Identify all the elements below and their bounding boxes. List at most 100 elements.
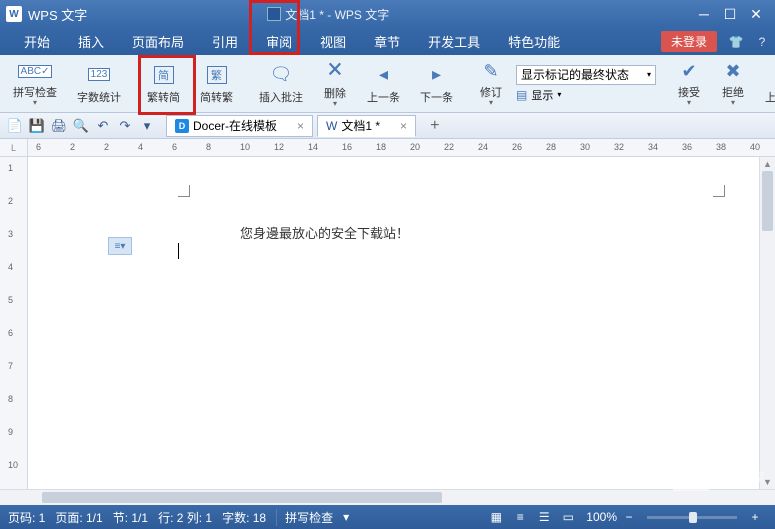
fan2jian-button[interactable]: 简 繁转简 — [138, 58, 189, 110]
spellcheck-button[interactable]: ABC✓ 拼写检查▾ — [4, 58, 66, 110]
ruler-tick: 34 — [648, 142, 658, 152]
maximize-button[interactable]: ☐ — [717, 4, 743, 24]
status-position[interactable]: 行: 2 列: 1 — [158, 509, 212, 526]
qat-more[interactable]: ▾ — [136, 116, 158, 136]
ruler-vertical[interactable]: 12345678910 — [0, 157, 28, 489]
tab-insert[interactable]: 插入 — [64, 28, 118, 55]
close-button[interactable]: ✕ — [743, 4, 769, 24]
margin-corner-icon — [713, 185, 725, 197]
zoom-slider[interactable] — [647, 516, 737, 519]
view-outline-icon[interactable]: ≡ — [509, 508, 531, 526]
ruler-tick: 12 — [274, 142, 284, 152]
delete-comment-button[interactable]: 🗙 删除▾ — [314, 58, 356, 110]
ruler-tick: 14 — [308, 142, 318, 152]
tab-review[interactable]: 审阅 — [252, 28, 306, 55]
login-button[interactable]: 未登录 — [661, 31, 717, 52]
revise-button[interactable]: ✎ 修订▾ — [470, 58, 512, 110]
reject-icon: ✖ — [721, 61, 745, 82]
redo-button[interactable]: ↷ — [114, 116, 136, 136]
statusbar: 页码: 1 页面: 1/1 节: 1/1 行: 2 列: 1 字数: 18 拼写… — [0, 505, 775, 529]
ruler-tick: 2 — [70, 142, 75, 152]
abc-check-icon: ABC✓ — [23, 61, 47, 82]
insert-comment-button[interactable]: 🗨 插入批注 — [250, 58, 312, 110]
zoom-value[interactable]: 100% — [586, 510, 617, 524]
tab-devtools[interactable]: 开发工具 — [414, 28, 494, 55]
undo-button[interactable]: ↶ — [92, 116, 114, 136]
ruler-tick: 4 — [8, 262, 13, 272]
tab-start[interactable]: 开始 — [10, 28, 64, 55]
skin-icon[interactable]: 👕 — [725, 31, 747, 53]
view-read-icon[interactable]: ▭ — [557, 508, 579, 526]
wordcount-button[interactable]: 123 字数统计 — [68, 58, 130, 110]
view-print-icon[interactable]: ▦ — [485, 508, 507, 526]
ruler-tick: 3 — [8, 229, 13, 239]
doc-icon — [267, 7, 281, 21]
reject-button[interactable]: ✖ 拒绝▾ — [712, 58, 754, 110]
close-docer-icon[interactable]: × — [297, 119, 304, 133]
tab-reference[interactable]: 引用 — [198, 28, 252, 55]
status-ime[interactable]: 拼写检查 — [276, 509, 333, 526]
ime-indicator-icon[interactable]: ▾ — [343, 510, 349, 524]
show-button[interactable]: 显示 — [531, 87, 553, 103]
ruler-tick: 20 — [410, 142, 420, 152]
scrollbar-horizontal[interactable] — [0, 489, 775, 505]
jian2fan-button[interactable]: 繁 简转繁 — [191, 58, 242, 110]
accept-button[interactable]: ✔ 接受▾ — [668, 58, 710, 110]
zoom-in-button[interactable]: + — [744, 508, 766, 526]
prev-icon: ◂ — [372, 63, 396, 87]
page: 您身邊最放心的安全下载站！ ≡▾ — [48, 165, 735, 489]
status-chars[interactable]: 字数: 18 — [222, 509, 266, 526]
comment-icon: 🗨 — [269, 63, 293, 87]
count-icon: 123 — [87, 63, 111, 87]
tab-view[interactable]: 视图 — [306, 28, 360, 55]
watermark-logo-icon — [673, 461, 709, 491]
word-doc-icon: W — [326, 119, 337, 133]
ruler-tick: 6 — [172, 142, 177, 152]
page-area[interactable]: 您身邊最放心的安全下载站！ ≡▾ — [28, 157, 759, 489]
tab-layout[interactable]: 页面布局 — [118, 28, 198, 55]
ruler-tick: 26 — [512, 142, 522, 152]
new-button[interactable]: 📄 — [4, 116, 26, 136]
tab-chapter[interactable]: 章节 — [360, 28, 414, 55]
prev-change-icon: ◂ — [770, 63, 775, 87]
status-page-of[interactable]: 页面: 1/1 — [55, 509, 102, 526]
watermark: 系统之家 — [673, 461, 765, 491]
zoom-out-button[interactable]: − — [618, 508, 640, 526]
prev-change-button[interactable]: ◂ 上一条 — [756, 58, 775, 110]
ruler-horizontal[interactable]: L 62246810121416182022242628303234363840 — [0, 139, 775, 157]
menubar: 开始 插入 页面布局 引用 审阅 视图 章节 开发工具 特色功能 未登录 👕 ? — [0, 28, 775, 55]
scroll-up-icon[interactable]: ▲ — [760, 157, 775, 171]
doc-title: 文档1 * - WPS 文字 — [285, 6, 389, 23]
save-button[interactable]: 💾 — [26, 116, 48, 136]
paragraph-options-icon[interactable]: ≡▾ — [108, 237, 132, 255]
fan-icon: 繁 — [205, 63, 229, 87]
margin-corner-icon — [178, 185, 190, 197]
view-web-icon[interactable]: ☰ — [533, 508, 555, 526]
close-doc-icon[interactable]: × — [400, 119, 407, 133]
ruler-tick: 8 — [206, 142, 211, 152]
ruler-tick: 28 — [546, 142, 556, 152]
preview-button[interactable]: 🔍 — [70, 116, 92, 136]
next-comment-button[interactable]: ▸ 下一条 — [411, 58, 462, 110]
minimize-button[interactable]: ─ — [691, 4, 717, 24]
scroll-thumb-h[interactable] — [42, 492, 442, 503]
tab-features[interactable]: 特色功能 — [494, 28, 574, 55]
titlebar: W WPS 文字 文档1 * - WPS 文字 ─ ☐ ✕ — [0, 0, 775, 28]
ruler-tick: 18 — [376, 142, 386, 152]
new-tab-button[interactable]: + — [424, 117, 445, 135]
docer-tab[interactable]: D Docer-在线模板 × — [166, 115, 313, 137]
doc-tab[interactable]: W 文档1 * × — [317, 115, 416, 137]
track-state-select[interactable]: 显示标记的最终状态▾ — [516, 65, 656, 85]
help-icon[interactable]: ? — [751, 31, 773, 53]
scroll-thumb[interactable] — [762, 171, 773, 231]
ruler-corner: L — [0, 139, 28, 156]
app-name: WPS 文字 — [28, 5, 87, 24]
status-section[interactable]: 节: 1/1 — [113, 509, 148, 526]
scrollbar-vertical[interactable]: ▲ ▼ — [759, 157, 775, 489]
document-text[interactable]: 您身邊最放心的安全下载站！ — [240, 223, 409, 242]
ruler-tick: 10 — [240, 142, 250, 152]
ruler-tick: 36 — [682, 142, 692, 152]
status-page[interactable]: 页码: 1 — [8, 509, 45, 526]
prev-comment-button[interactable]: ◂ 上一条 — [358, 58, 409, 110]
print-button[interactable]: 🖨 — [48, 116, 70, 136]
